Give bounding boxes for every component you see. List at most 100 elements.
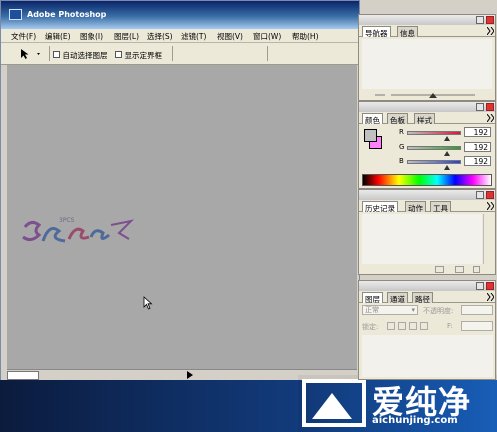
palette-menu-icon[interactable] [487,114,494,122]
palette-minimize-button[interactable] [476,282,484,290]
palette-menu-icon[interactable] [487,27,494,35]
toolbar-separator [267,46,268,61]
menu-view[interactable]: 视图(V) [217,31,243,42]
palette-minimize-button[interactable] [476,16,484,24]
palette-close-button[interactable] [486,282,494,290]
history-list[interactable] [362,214,482,264]
auto-select-layer-label: 自动选择图层 [62,51,108,60]
history-palette: 历史记录 动作 工具 [358,189,496,275]
menu-layer[interactable]: 图层(L) [114,31,139,42]
lock-transparency-icon[interactable] [387,322,395,330]
navigator-palette: 导航器 信息 [358,14,496,101]
tab-tools[interactable]: 工具 [430,201,451,213]
green-value-input[interactable]: 192 [464,142,491,152]
layers-tab-bar: 图层 通道 路径 [359,291,495,304]
new-snapshot-icon[interactable] [435,266,444,273]
history-tab-bar: 历史记录 动作 工具 [359,200,495,213]
opacity-label: 不透明度: [423,307,454,315]
tab-channels[interactable]: 通道 [387,292,408,304]
palette-close-button[interactable] [486,191,494,199]
green-slider-track[interactable] [407,146,461,156]
color-spectrum-bar[interactable] [362,174,492,186]
mouse-cursor-icon [143,296,153,310]
photoshop-window: Adobe Photoshop 文件(F) 编辑(E) 图象(I) 图层(L) … [0,0,360,432]
palette-close-button[interactable] [486,103,494,111]
tab-info[interactable]: 信息 [397,26,418,38]
palette-menu-icon[interactable] [487,202,494,210]
blue-channel-row: B 192 [399,156,495,170]
watermark-url: aichunjing.com [372,415,458,426]
lock-all-icon[interactable] [420,322,428,330]
show-bounding-box-label: 显示定界框 [124,51,163,60]
channel-label: G [399,143,405,151]
tab-navigator[interactable]: 导航器 [362,26,391,38]
layers-list[interactable] [362,335,493,377]
palette-minimize-button[interactable] [476,103,484,111]
window-title: Adobe Photoshop [27,10,107,19]
move-tool-icon[interactable] [19,48,43,60]
fill-label: F: [447,322,453,330]
menu-file[interactable]: 文件(F) [11,31,36,42]
palette-minimize-button[interactable] [476,191,484,199]
show-bounding-box-checkbox[interactable]: 显示定界框 [115,50,162,61]
toolbar-separator [49,46,50,61]
history-scrollbar[interactable] [483,214,493,264]
scroll-right-arrow-icon[interactable] [187,371,193,379]
navigator-zoom-slider[interactable] [375,91,485,99]
title-bar[interactable]: Adobe Photoshop [1,1,359,29]
tab-actions[interactable]: 动作 [405,201,426,213]
foreground-color-swatch[interactable] [364,129,377,142]
green-channel-row: G 192 [399,142,495,156]
tab-swatches[interactable]: 色板 [387,113,408,125]
lock-position-icon[interactable] [409,322,417,330]
blend-mode-select[interactable]: 正常 ▾ [362,305,418,315]
menu-bar: 文件(F) 编辑(E) 图象(I) 图层(L) 选择(S) 滤镜(T) 视图(V… [1,29,359,43]
workspace-canvas[interactable]: 3PCS [7,65,357,369]
red-value-input[interactable]: 192 [464,127,491,137]
new-document-icon[interactable] [455,266,464,273]
channel-slider-thumb[interactable] [444,151,451,156]
opacity-input[interactable] [461,305,493,315]
fill-input[interactable] [461,321,493,331]
menu-filter[interactable]: 滤镜(T) [181,31,206,42]
layers-palette: 图层 通道 路径 正常 ▾ 不透明度: 锁定: F: [358,280,496,380]
checkbox-box[interactable] [53,51,60,58]
palette-close-button[interactable] [486,16,494,24]
auto-select-layer-checkbox[interactable]: 自动选择图层 [53,50,108,61]
channel-slider-thumb[interactable] [444,136,451,141]
options-bar: 自动选择图层 显示定界框 [1,43,359,100]
red-slider-track[interactable] [407,131,461,141]
palette-header[interactable] [359,15,495,25]
tab-styles[interactable]: 样式 [414,113,435,125]
palette-menu-icon[interactable] [487,293,494,301]
channel-slider-thumb[interactable] [444,165,451,170]
tab-layers[interactable]: 图层 [362,292,383,304]
palette-header[interactable] [359,281,495,291]
blue-slider-track[interactable] [407,160,461,170]
scrollbar-thumb[interactable] [7,371,39,380]
chevron-down-icon: ▾ [411,306,415,314]
navigator-preview[interactable] [362,39,492,89]
3pcs-logo: 3PCS [22,217,135,243]
lock-image-icon[interactable] [398,322,406,330]
tab-paths[interactable]: 路径 [412,292,433,304]
menu-help[interactable]: 帮助(H) [292,31,319,42]
red-channel-row: R 192 [399,127,495,141]
checkbox-box[interactable] [115,51,122,58]
trash-icon[interactable] [473,266,480,273]
color-palette: 颜色 色板 样式 R 192 G 192 B 192 [358,101,496,189]
menu-image[interactable]: 图象(I) [80,31,103,42]
palette-header[interactable] [359,102,495,112]
aichunjing-logo-icon [302,379,366,427]
navigator-tab-bar: 导航器 信息 [359,25,495,38]
menu-window[interactable]: 窗口(W) [253,31,281,42]
logo-small-text: 3PCS [59,217,75,224]
palette-header[interactable] [359,190,495,200]
toolbar-separator [172,46,173,61]
tab-color[interactable]: 颜色 [362,113,383,125]
channel-label: B [399,157,404,165]
menu-edit[interactable]: 编辑(E) [45,31,71,42]
blue-value-input[interactable]: 192 [464,156,491,166]
menu-select[interactable]: 选择(S) [147,31,173,42]
tab-history[interactable]: 历史记录 [362,201,398,213]
